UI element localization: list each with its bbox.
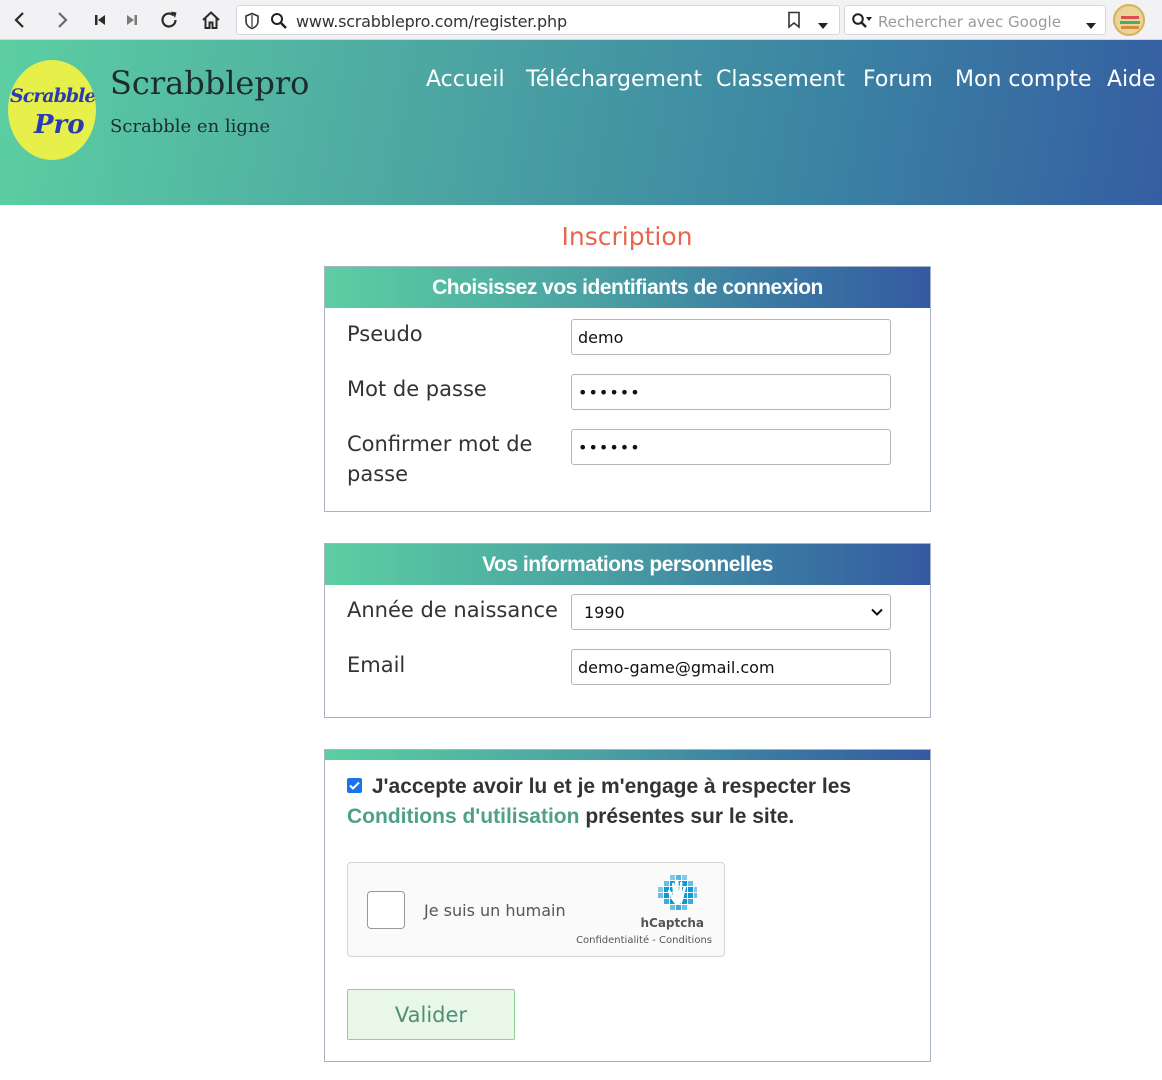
url-bar[interactable]: www.scrabblepro.com/register.php (236, 5, 840, 35)
nav-telechargement[interactable]: Téléchargement (526, 67, 702, 92)
forward-icon[interactable] (48, 6, 76, 34)
terms-link[interactable]: Conditions d'utilisation (347, 805, 579, 828)
hcaptcha-links[interactable]: Confidentialité - Conditions (576, 935, 712, 946)
login-section-title: Choisissez vos identifiants de connexion (325, 267, 930, 308)
email-input[interactable]: demo-game@gmail.com (571, 649, 891, 685)
accept-text: J'accepte avoir lu et je m'engage à resp… (371, 775, 852, 798)
url-text[interactable]: www.scrabblepro.com/register.php (296, 12, 567, 31)
skip-back-icon[interactable] (86, 6, 114, 34)
birth-year-select[interactable]: 1990 (571, 594, 891, 630)
nav-mon-compte[interactable]: Mon compte (955, 67, 1092, 92)
email-label: Email (347, 653, 406, 677)
site-subtitle: Scrabble en ligne (110, 116, 271, 137)
logo-text-scrabble: Scrabble (10, 85, 96, 107)
search-placeholder: Rechercher avec Google (878, 13, 1061, 31)
nav-forum[interactable]: Forum (863, 67, 933, 92)
logo-text-pro: Pro (34, 110, 85, 140)
browser-toolbar: www.scrabblepro.com/register.php Recherc… (0, 0, 1162, 40)
hcaptcha-widget: Je suis un humain hCaptcha Confidentiali… (347, 862, 725, 957)
page-title: Inscription (561, 222, 693, 251)
search-dropdown-icon[interactable] (1085, 17, 1097, 35)
search-icon (270, 12, 288, 35)
login-section: Choisissez vos identifiants de connexion… (324, 266, 931, 512)
search-bar[interactable]: Rechercher avec Google (844, 5, 1106, 35)
bookmark-icon[interactable] (787, 11, 801, 34)
home-icon[interactable] (197, 6, 225, 34)
pseudo-label: Pseudo (347, 322, 423, 346)
shield-icon[interactable] (244, 12, 260, 35)
chevron-down-icon (870, 604, 884, 623)
birth-year-value: 1990 (584, 602, 625, 622)
terms-acceptance: J'accepte avoir lu et je m'engage à resp… (347, 772, 867, 832)
extension-icon[interactable] (1113, 4, 1145, 36)
site-title[interactable]: Scrabblepro (110, 64, 309, 102)
pseudo-input[interactable]: demo (571, 319, 891, 355)
accept-text-suffix: présentes sur le site. (585, 805, 795, 828)
confirm-password-input[interactable]: •••••• (571, 429, 891, 465)
hcaptcha-logo-icon (656, 873, 698, 920)
personal-section-title: Vos informations personnelles (325, 544, 930, 585)
birth-year-label: Année de naissance (347, 598, 558, 622)
confirm-password-label: Confirmer mot de passe (347, 432, 533, 486)
nav-accueil[interactable]: Accueil (426, 67, 505, 92)
terms-section: J'accepte avoir lu et je m'engage à resp… (324, 749, 931, 1062)
submit-button[interactable]: Valider (347, 989, 515, 1040)
nav-aide[interactable]: Aide (1107, 67, 1156, 92)
reload-icon[interactable] (155, 6, 183, 34)
password-input[interactable]: •••••• (571, 374, 891, 410)
captcha-label: Je suis un humain (424, 901, 566, 920)
dropdown-arrow-icon[interactable] (817, 17, 829, 35)
site-header: Scrabble Pro Scrabblepro Scrabble en lig… (0, 40, 1162, 205)
password-label: Mot de passe (347, 377, 487, 401)
hcaptcha-brand: hCaptcha (640, 916, 704, 930)
nav-classement[interactable]: Classement (716, 67, 845, 92)
captcha-checkbox[interactable] (367, 891, 405, 929)
accept-terms-checkbox[interactable] (347, 777, 362, 793)
terms-section-header (325, 750, 930, 760)
back-icon[interactable] (6, 6, 34, 34)
personal-section: Vos informations personnelles Année de n… (324, 543, 931, 718)
skip-forward-icon[interactable] (118, 6, 146, 34)
search-engine-icon[interactable] (851, 12, 873, 35)
site-logo[interactable]: Scrabble Pro (8, 60, 96, 160)
